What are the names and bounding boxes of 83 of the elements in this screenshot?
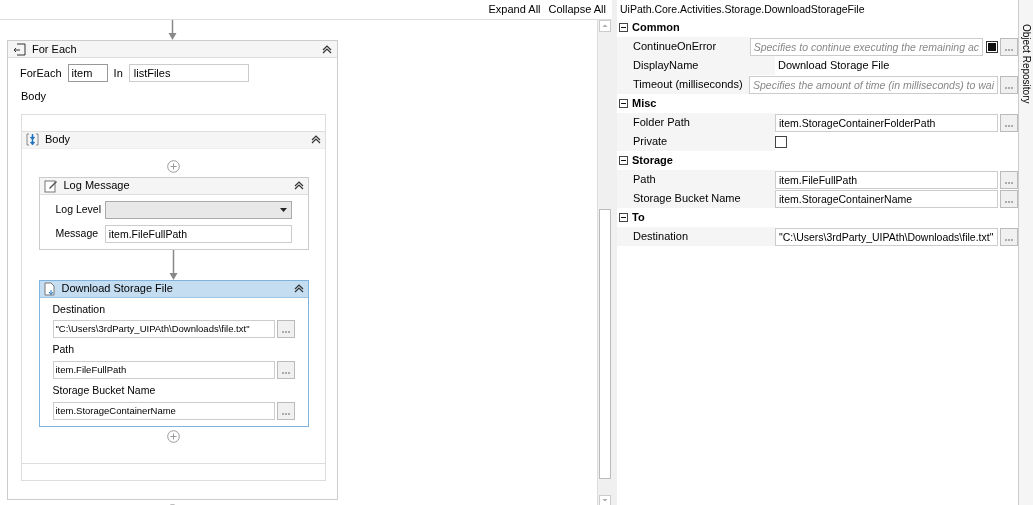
expression-field[interactable]: item.FileFullPath xyxy=(52,361,275,379)
property-label: ContinueOnError xyxy=(617,37,750,56)
property-label: Folder Path xyxy=(617,113,775,132)
collapse-icon[interactable] xyxy=(619,99,628,108)
add-activity-icon[interactable] xyxy=(167,159,180,173)
category-header: Storage xyxy=(632,153,673,169)
vertical-scrollbar[interactable] xyxy=(598,20,612,505)
checkbox[interactable] xyxy=(775,135,787,148)
property-label: DisplayName xyxy=(617,56,775,75)
toggle-button[interactable] xyxy=(986,40,998,53)
category-header: Common xyxy=(632,20,680,36)
file-download-icon xyxy=(43,281,56,296)
activity-title: For Each xyxy=(32,41,78,57)
ellipsis-icon xyxy=(1005,86,1013,89)
collapse-icon[interactable] xyxy=(322,44,332,54)
expression-field[interactable]: "C:\Users\3rdParty_UIPAth\Downloads\file.txt" xyxy=(52,320,275,339)
side-tab[interactable]: Object Repository xyxy=(1019,24,1033,104)
scrollbar-thumb[interactable] xyxy=(599,208,611,479)
property-field[interactable]: item.FileFullPath xyxy=(775,170,998,189)
dropdown-arrow-icon xyxy=(279,207,287,212)
field-label: Path xyxy=(52,342,76,358)
browse-button[interactable] xyxy=(1000,113,1018,132)
browse-button[interactable] xyxy=(276,320,295,339)
browse-button[interactable] xyxy=(1000,75,1018,94)
property-value: Download Storage File xyxy=(777,58,890,74)
collapse-icon[interactable] xyxy=(293,181,304,190)
ellipsis-icon xyxy=(1005,238,1013,241)
collapse-icon[interactable] xyxy=(293,284,304,293)
property-field[interactable]: Specifies the amount of time (in milliseconds) to wai xyxy=(748,75,998,94)
property-field[interactable]: item.StorageContainerFolderPath xyxy=(775,113,998,132)
collapse-icon[interactable] xyxy=(619,213,628,222)
collection-field[interactable]: listFiles xyxy=(128,64,249,82)
log-level-dropdown[interactable] xyxy=(104,200,292,219)
field-label: Message xyxy=(55,225,100,241)
collapse-icon[interactable] xyxy=(311,135,321,144)
collapse-icon[interactable] xyxy=(619,23,628,32)
property-field[interactable]: Specifies to continue executing the remaining ac xyxy=(749,37,983,56)
add-activity-icon[interactable] xyxy=(167,429,180,443)
property-label: Destination xyxy=(617,227,775,246)
ellipsis-icon xyxy=(281,412,290,415)
field-label: In xyxy=(113,65,123,81)
scroll-down-icon[interactable] xyxy=(599,495,611,505)
ellipsis-icon xyxy=(1005,200,1013,203)
browse-button[interactable] xyxy=(1000,170,1018,189)
expression-field[interactable]: item.StorageContainerName xyxy=(52,401,275,420)
browse-button[interactable] xyxy=(276,401,295,420)
ellipsis-icon xyxy=(281,331,290,334)
category-header: Misc xyxy=(632,96,657,112)
toolbar-link[interactable]: Expand All xyxy=(488,1,541,18)
flow-arrow xyxy=(167,20,177,40)
section-label: Body xyxy=(21,89,48,104)
property-label: Private xyxy=(617,132,775,151)
flow-arrow xyxy=(169,249,178,280)
category-header: To xyxy=(632,210,645,226)
ellipsis-icon xyxy=(1005,48,1013,51)
scroll-up-icon[interactable] xyxy=(599,20,611,32)
field-label: ForEach xyxy=(20,65,62,81)
activity-title: Download Storage File xyxy=(61,281,174,297)
ellipsis-icon xyxy=(1005,124,1013,127)
ellipsis-icon xyxy=(1005,181,1013,184)
field-label: Log Level xyxy=(55,201,103,217)
activity-title: Body xyxy=(45,132,72,148)
sequence-icon xyxy=(26,133,39,146)
field-label: Storage Bucket Name xyxy=(52,383,157,398)
activity-title: Log Message xyxy=(63,178,131,194)
loop-icon xyxy=(13,42,26,56)
property-field[interactable]: item.StorageContainerName xyxy=(775,189,998,208)
property-label: Path xyxy=(617,170,775,189)
browse-button[interactable] xyxy=(276,361,295,379)
property-label: Timeout (milliseconds) xyxy=(617,75,749,94)
activity-card[interactable]: Download Storage File Destination "C:\Users\3rdParty_UIPAth\Downloads\file.txt" Path item.FileFullPath Storage Bucket Name item.StorageContainerName xyxy=(38,279,309,427)
field-label: Destination xyxy=(52,301,107,317)
note-pencil-icon xyxy=(43,178,58,193)
toolbar-link[interactable]: Collapse All xyxy=(548,1,606,18)
property-field[interactable]: "C:\Users\3rdParty_UIPAth\Downloads\file.txt" xyxy=(775,227,998,246)
activity-card[interactable]: Log Message Log Level Message item.FileFullPath xyxy=(38,176,309,250)
browse-button[interactable] xyxy=(1000,189,1018,208)
browse-button[interactable] xyxy=(1000,227,1018,246)
property-label: Storage Bucket Name xyxy=(617,189,775,208)
message-field[interactable]: item.FileFullPath xyxy=(104,224,292,243)
activity-type-title: UiPath.Core.Activities.Storage.DownloadStorageFile xyxy=(619,2,866,17)
item-field[interactable]: item xyxy=(67,64,108,82)
collapse-icon[interactable] xyxy=(619,156,628,165)
